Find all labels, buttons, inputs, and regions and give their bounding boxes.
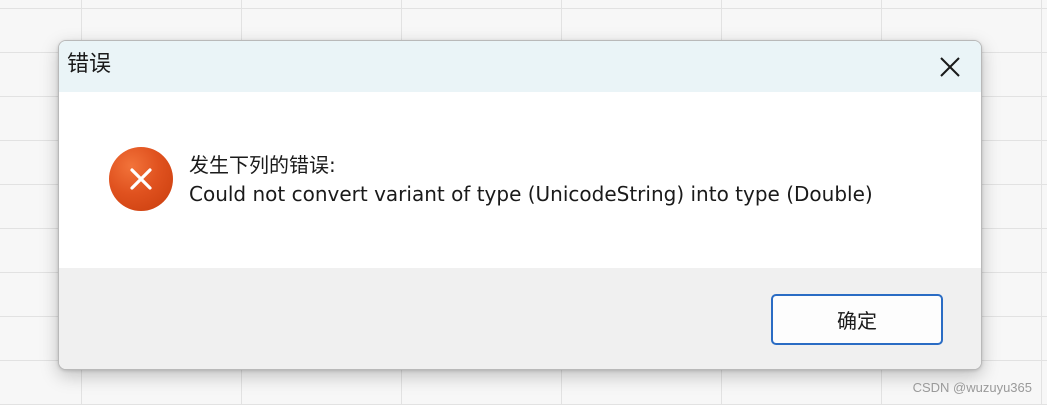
error-message-heading: 发生下列的错误: [189, 153, 336, 177]
dialog-footer: 确定 [59, 268, 981, 369]
close-button[interactable] [919, 41, 981, 92]
error-message-detail: Could not convert variant of type (Unico… [189, 182, 873, 206]
error-x-icon [109, 147, 173, 211]
error-dialog: 错误 发生下列的错误: Could not convert variant of… [58, 40, 982, 370]
dialog-content: 发生下列的错误: Could not convert variant of ty… [59, 92, 981, 268]
close-icon [939, 56, 961, 78]
error-message: 发生下列的错误: Could not convert variant of ty… [189, 151, 873, 209]
dialog-title: 错误 [67, 52, 112, 77]
dialog-titlebar: 错误 [59, 41, 981, 92]
ok-button[interactable]: 确定 [771, 294, 943, 345]
watermark: CSDN @wuzuyu365 [912, 380, 1032, 395]
